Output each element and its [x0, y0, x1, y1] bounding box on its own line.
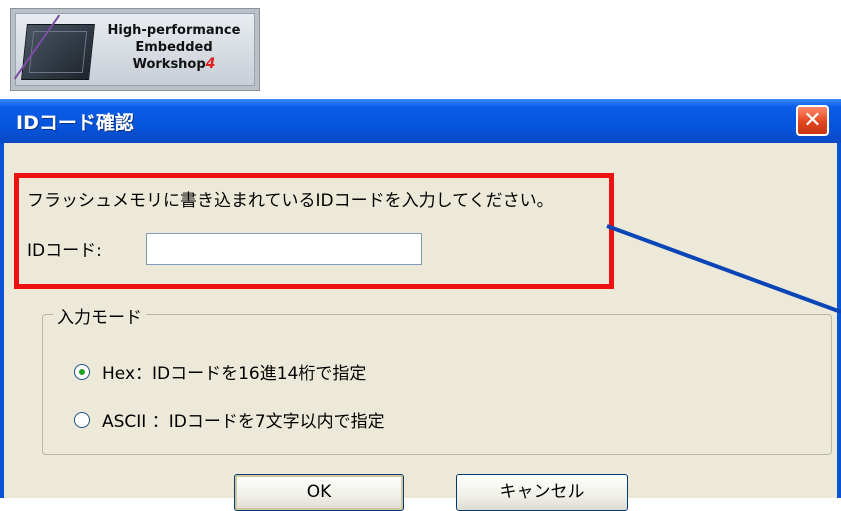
- pointer-line: [606, 224, 841, 314]
- annotation-pointer: [606, 224, 841, 314]
